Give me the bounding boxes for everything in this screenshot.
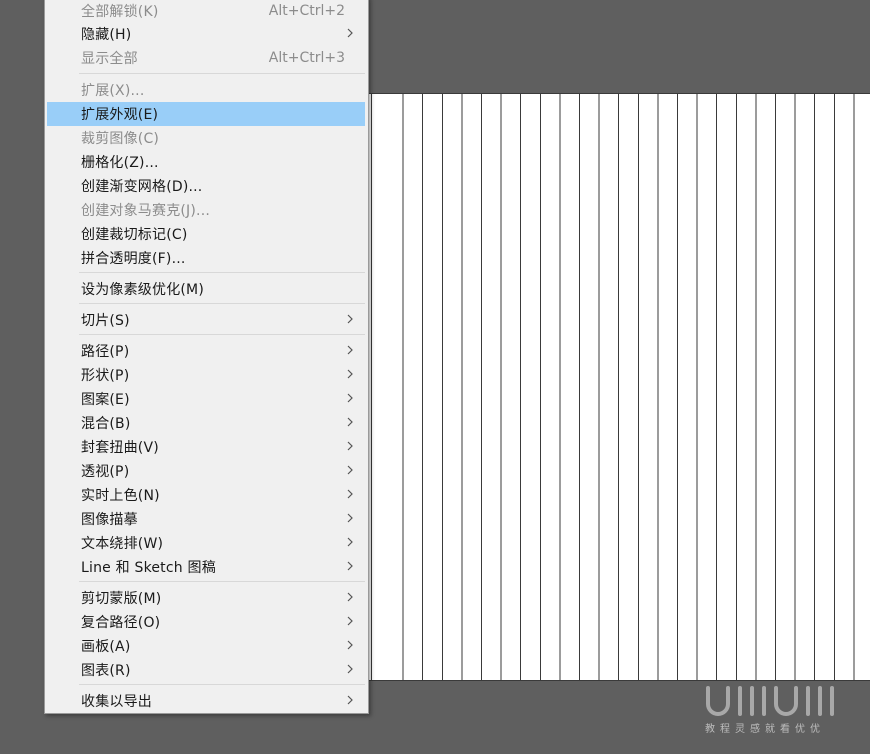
menu-item-blend[interactable]: 混合(B) (47, 411, 365, 435)
chevron-right-icon (347, 640, 353, 650)
object-menu: 全部解锁(K) Alt+Ctrl+2 隐藏(H) 显示全部 Alt+Ctrl+3… (44, 0, 369, 714)
artboard-canvas[interactable] (368, 93, 870, 681)
chevron-right-icon (347, 28, 353, 38)
menu-item-label: 裁剪图像(C) (81, 131, 160, 147)
chevron-right-icon (347, 441, 353, 451)
menu-item-create-object-mosaic: 创建对象马赛克(J)... (47, 198, 365, 222)
menu-item-label: 剪切蒙版(M) (81, 591, 162, 607)
menu-item-label: 栅格化(Z)... (81, 155, 159, 171)
menu-item-graph[interactable]: 图表(R) (47, 658, 365, 682)
chevron-right-icon (347, 513, 353, 523)
chevron-right-icon (347, 345, 353, 355)
menu-item-artboards[interactable]: 画板(A) (47, 634, 365, 658)
menu-item-pattern[interactable]: 图案(E) (47, 387, 365, 411)
chevron-right-icon (347, 695, 353, 705)
menu-item-label: 图表(R) (81, 663, 131, 679)
menu-item-label: 扩展外观(E) (81, 107, 159, 123)
menu-item-label: 实时上色(N) (81, 488, 160, 504)
menu-item-flatten-transparency[interactable]: 拼合透明度(F)... (47, 246, 365, 270)
menu-separator (79, 684, 365, 685)
chevron-right-icon (347, 537, 353, 547)
menu-item-rasterize[interactable]: 栅格化(Z)... (47, 150, 365, 174)
menu-item-label: 复合路径(O) (81, 615, 161, 631)
menu-item-label: 文本绕排(W) (81, 536, 164, 552)
menu-item-perspective[interactable]: 透视(P) (47, 459, 365, 483)
menu-item-expand-appearance[interactable]: 扩展外观(E) (47, 102, 365, 126)
chevron-right-icon (347, 369, 353, 379)
menu-item-label: 隐藏(H) (81, 27, 132, 43)
chevron-right-icon (347, 465, 353, 475)
menu-item-label: 混合(B) (81, 416, 131, 432)
menu-item-slice[interactable]: 切片(S) (47, 308, 365, 332)
menu-item-label: Line 和 Sketch 图稿 (81, 560, 216, 576)
menu-item-live-paint[interactable]: 实时上色(N) (47, 483, 365, 507)
menu-item-label: 封套扭曲(V) (81, 440, 159, 456)
menu-item-label: 路径(P) (81, 344, 130, 360)
menu-item-line-and-sketch[interactable]: Line 和 Sketch 图稿 (47, 555, 365, 579)
menu-item-label: 收集以导出 (81, 694, 152, 710)
chevron-right-icon (347, 592, 353, 602)
menu-item-label: 图案(E) (81, 392, 130, 408)
chevron-right-icon (347, 417, 353, 427)
menu-item-clipping-mask[interactable]: 剪切蒙版(M) (47, 586, 365, 610)
menu-separator (79, 272, 365, 273)
menu-separator (79, 303, 365, 304)
menu-item-collect-for-export[interactable]: 收集以导出 (47, 689, 365, 713)
menu-item-label: 创建裁切标记(C) (81, 227, 188, 243)
menu-item-label: 形状(P) (81, 368, 130, 384)
watermark-logo: 教程灵感就看优优 (704, 684, 854, 735)
menu-item-expand: 扩展(X)... (47, 78, 365, 102)
menu-item-shortcut: Alt+Ctrl+2 (268, 3, 345, 19)
menu-separator (79, 334, 365, 335)
workspace: 全部解锁(K) Alt+Ctrl+2 隐藏(H) 显示全部 Alt+Ctrl+3… (0, 0, 870, 754)
menu-item-label: 图像描摹 (81, 512, 138, 528)
menu-item-shortcut: Alt+Ctrl+3 (268, 50, 345, 66)
menu-item-label: 全部解锁(K) (81, 4, 159, 20)
watermark-logo-mark (706, 686, 834, 716)
menu-item-text-wrap[interactable]: 文本绕排(W) (47, 531, 365, 555)
menu-item-create-trim-marks[interactable]: 创建裁切标记(C) (47, 222, 365, 246)
menu-item-crop-image: 裁剪图像(C) (47, 126, 365, 150)
menu-item-create-gradient-mesh[interactable]: 创建渐变网格(D)... (47, 174, 365, 198)
menu-separator (79, 73, 365, 74)
menu-item-show-all: 显示全部 Alt+Ctrl+3 (47, 46, 365, 70)
menu-item-label: 拼合透明度(F)... (81, 251, 186, 267)
menu-item-label: 显示全部 (81, 51, 138, 67)
menu-item-envelope-distort[interactable]: 封套扭曲(V) (47, 435, 365, 459)
chevron-right-icon (347, 314, 353, 324)
chevron-right-icon (347, 561, 353, 571)
menu-item-label: 创建对象马赛克(J)... (81, 203, 211, 219)
menu-item-compound-path[interactable]: 复合路径(O) (47, 610, 365, 634)
menu-item-label: 透视(P) (81, 464, 130, 480)
menu-item-image-trace[interactable]: 图像描摹 (47, 507, 365, 531)
watermark-caption: 教程灵感就看优优 (705, 724, 825, 735)
menu-item-path[interactable]: 路径(P) (47, 339, 365, 363)
menu-item-label: 扩展(X)... (81, 83, 145, 99)
menu-item-label: 切片(S) (81, 313, 130, 329)
chevron-right-icon (347, 393, 353, 403)
menu-item-label: 设为像素级优化(M) (81, 282, 205, 298)
chevron-right-icon (347, 489, 353, 499)
menu-item-unlock-all: 全部解锁(K) Alt+Ctrl+2 (47, 0, 365, 23)
chevron-right-icon (347, 664, 353, 674)
chevron-right-icon (347, 616, 353, 626)
menu-item-label: 创建渐变网格(D)... (81, 179, 203, 195)
menu-item-shape[interactable]: 形状(P) (47, 363, 365, 387)
menu-separator (79, 581, 365, 582)
menu-item-hide[interactable]: 隐藏(H) (47, 22, 365, 46)
menu-item-pixel-perfect[interactable]: 设为像素级优化(M) (47, 277, 365, 301)
menu-item-label: 画板(A) (81, 639, 131, 655)
